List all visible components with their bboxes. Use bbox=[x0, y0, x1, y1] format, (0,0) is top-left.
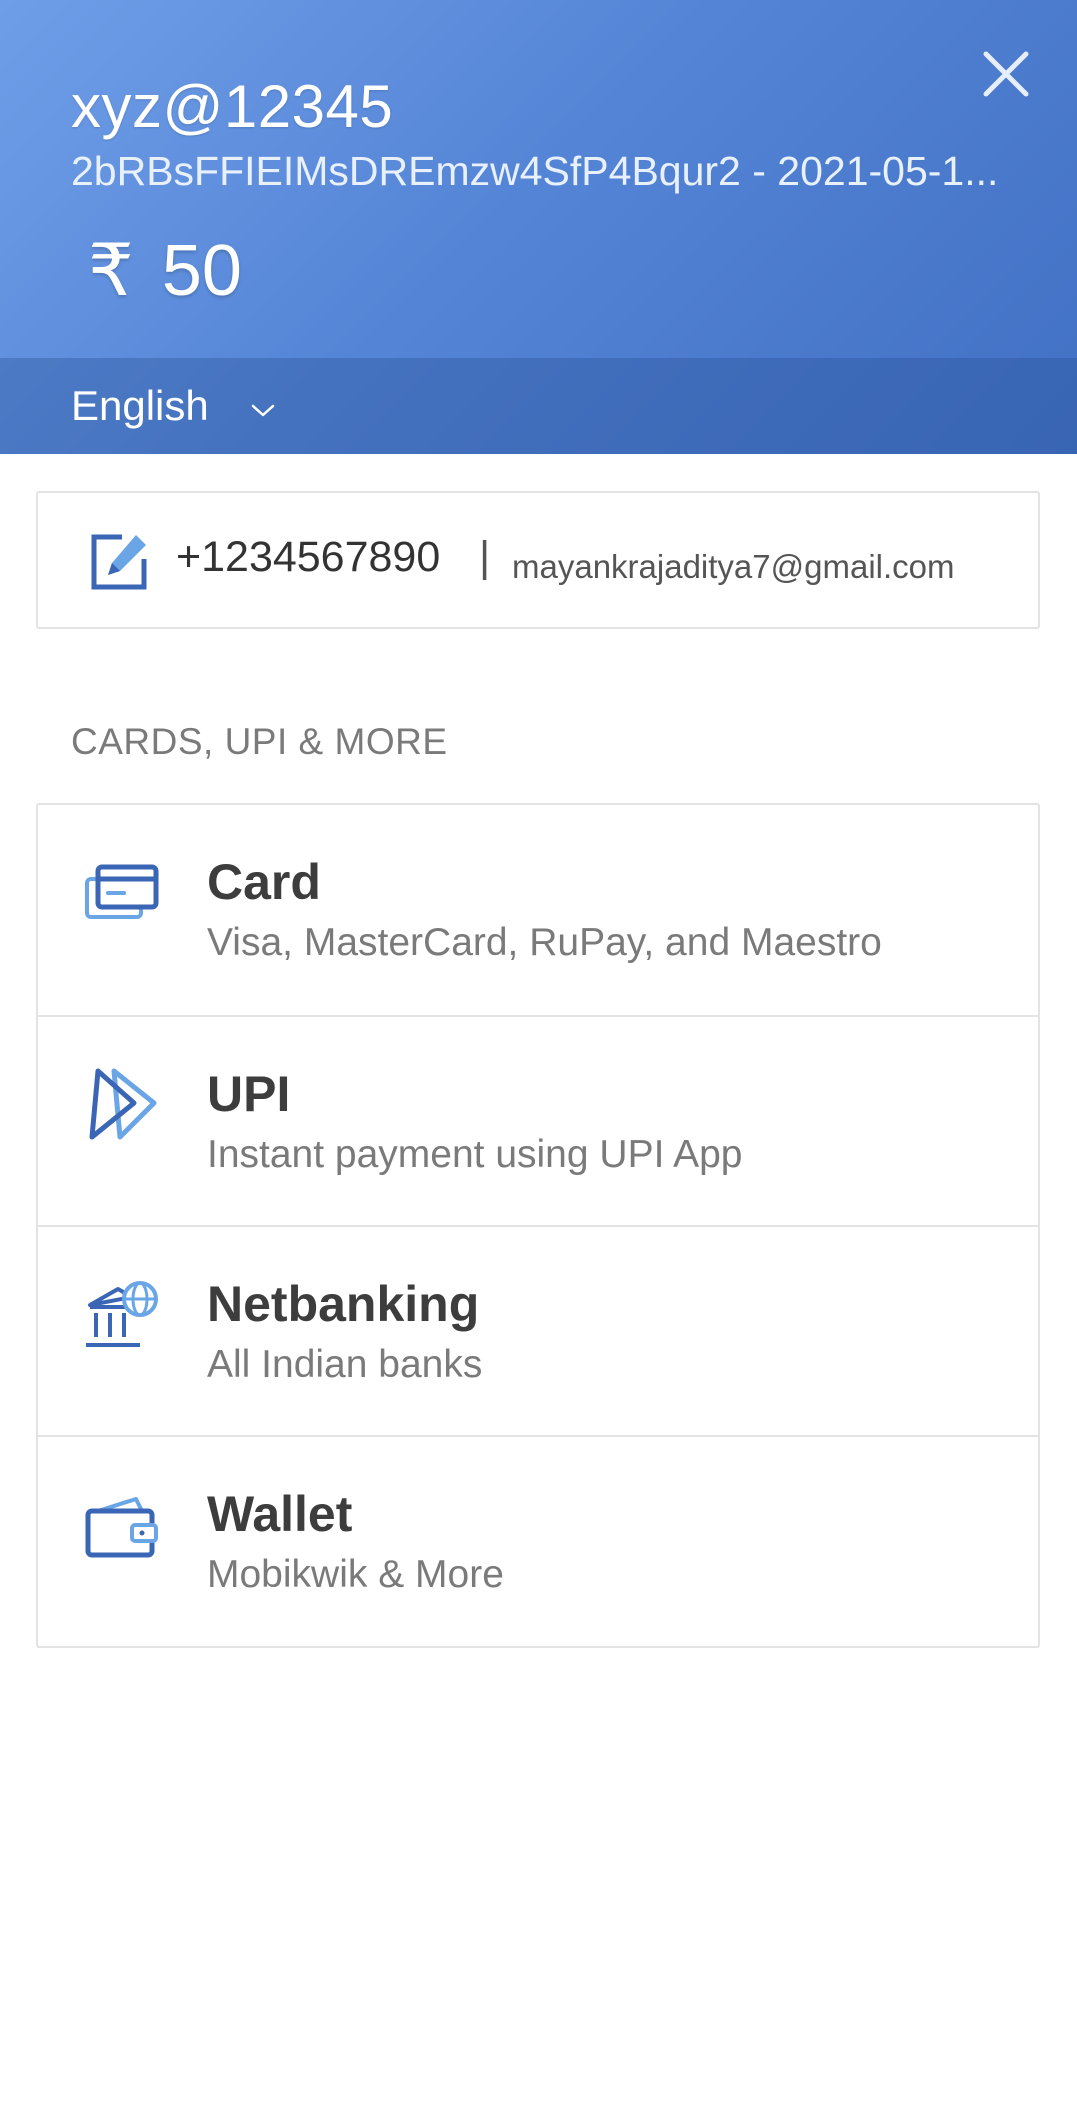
currency-symbol: ₹ bbox=[88, 231, 134, 311]
method-subtitle: Visa, MasterCard, RuPay, and Maestro bbox=[207, 921, 882, 964]
contact-details[interactable]: +1234567890 | mayankrajaditya7@gmail.com bbox=[36, 491, 1040, 629]
chevron-down-icon bbox=[251, 404, 275, 417]
method-title: Netbanking bbox=[207, 1276, 480, 1332]
card-icon bbox=[85, 864, 159, 919]
close-icon[interactable] bbox=[972, 40, 1040, 108]
wallet-icon bbox=[85, 1497, 158, 1558]
language-select[interactable]: English bbox=[71, 372, 277, 440]
method-subtitle: Mobikwik & More bbox=[207, 1553, 504, 1596]
method-title: UPI bbox=[207, 1066, 291, 1122]
payment-method-card[interactable]: Card Visa, MasterCard, RuPay, and Maestr… bbox=[38, 805, 1038, 1015]
method-title: Wallet bbox=[207, 1486, 353, 1542]
method-subtitle: All Indian banks bbox=[207, 1343, 483, 1386]
merchant-name: xyz@12345 bbox=[71, 73, 394, 140]
payment-method-upi[interactable]: UPI Instant payment using UPI App bbox=[38, 1015, 1038, 1227]
upi-icon bbox=[89, 1068, 157, 1140]
amount-value: 50 bbox=[161, 231, 242, 311]
contact-email: mayankrajaditya7@gmail.com bbox=[512, 548, 955, 585]
method-title: Card bbox=[207, 854, 321, 910]
amount-display: ₹50 bbox=[88, 228, 242, 312]
bank-icon bbox=[86, 1281, 158, 1347]
order-description: 2bRBsFFIEIMsDREmzw4SfP4Bqur2 - 2021-05-1… bbox=[71, 148, 999, 194]
language-label: English bbox=[71, 382, 209, 429]
checkout-header: xyz@12345 2bRBsFFIEIMsDREmzw4SfP4Bqur2 -… bbox=[0, 0, 1077, 454]
edit-icon[interactable] bbox=[86, 529, 152, 595]
method-subtitle: Instant payment using UPI App bbox=[207, 1133, 743, 1176]
payment-methods-list: Card Visa, MasterCard, RuPay, and Maestr… bbox=[36, 803, 1040, 1648]
payment-method-wallet[interactable]: Wallet Mobikwik & More bbox=[38, 1435, 1038, 1647]
contact-phone: +1234567890 bbox=[176, 533, 441, 581]
language-bar: English bbox=[0, 358, 1077, 454]
payment-method-netbanking[interactable]: Netbanking All Indian banks bbox=[38, 1225, 1038, 1437]
contact-separator: | bbox=[479, 533, 491, 581]
section-title: CARDS, UPI & MORE bbox=[71, 721, 448, 762]
